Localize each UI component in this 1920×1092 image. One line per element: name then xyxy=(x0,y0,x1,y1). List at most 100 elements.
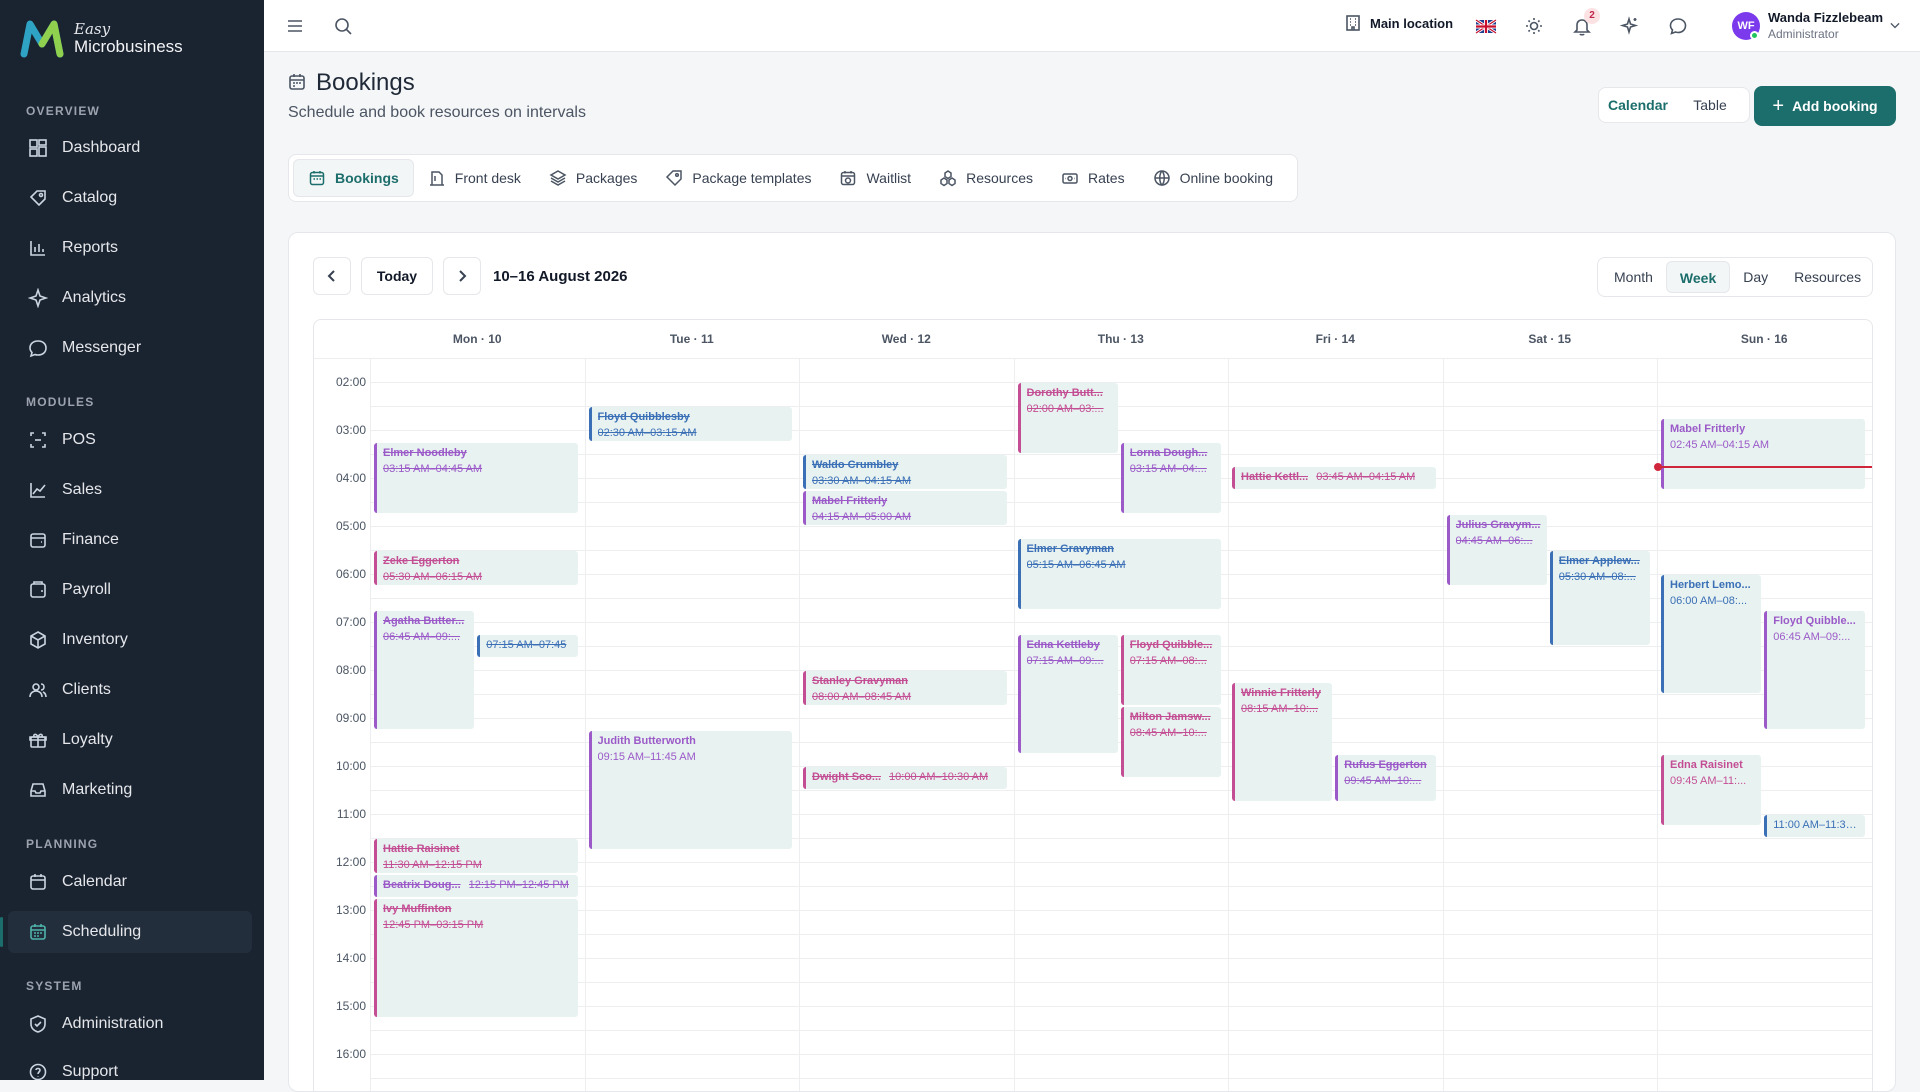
previous-week-button[interactable] xyxy=(313,257,351,295)
time-gridline xyxy=(370,862,1872,863)
booking-client-name: Ivy Muffinton xyxy=(383,903,452,915)
booking-client-name: Rufus Eggerton xyxy=(1344,759,1427,771)
booking-client-name: Zeke Eggerton xyxy=(383,555,460,567)
booking-event[interactable]: Floyd Quibble... 07:15 AM–08:... xyxy=(1120,635,1221,705)
booking-event[interactable]: Waldo Crumbley 03:30 AM–04:15 AM xyxy=(803,455,1007,489)
sidebar-item-scheduling[interactable]: Scheduling xyxy=(0,911,252,953)
booking-event[interactable]: Herbert Lemo... 06:00 AM–08:... xyxy=(1661,575,1762,693)
add-booking-label: Add booking xyxy=(1792,98,1878,114)
booking-event[interactable]: Floyd Quibblesby 02:30 AM–03:15 AM xyxy=(588,407,792,441)
sidebar-item-sales[interactable]: Sales xyxy=(8,469,252,511)
booking-event[interactable]: Elmer Applew... 05:30 AM–08:... xyxy=(1549,551,1650,645)
booking-client-name: Milton Jamsw... xyxy=(1129,711,1211,723)
booking-event[interactable]: Zeke Eggerton 05:30 AM–06:15 AM xyxy=(374,551,578,585)
booking-event[interactable]: Hattie Raisinet 11:30 AM–12:15 PM xyxy=(374,839,578,873)
booking-time: 08:00 AM–08:45 AM xyxy=(812,691,912,703)
sidebar-item-reports[interactable]: Reports xyxy=(8,227,252,269)
booking-time: 10:00 AM–10:30 AM xyxy=(889,771,989,783)
uk-flag-icon[interactable] xyxy=(1475,15,1497,37)
add-booking-button[interactable]: + Add booking xyxy=(1754,86,1896,126)
hour-label: 16:00 xyxy=(335,1047,366,1061)
search-icon[interactable] xyxy=(332,15,354,37)
booking-event[interactable]: Floyd Quibble... 06:45 AM–09:... xyxy=(1764,611,1865,729)
resources-view-button[interactable]: Resources xyxy=(1781,261,1874,293)
booking-event[interactable]: Dorothy Butt... 02:00 AM–03:... xyxy=(1017,383,1118,453)
next-week-button[interactable] xyxy=(443,257,481,295)
sidebar-item-loyalty[interactable]: Loyalty xyxy=(8,719,252,761)
chevron-down-icon[interactable] xyxy=(1886,16,1904,34)
today-button[interactable]: Today xyxy=(361,257,433,295)
banknote-icon xyxy=(1062,173,1078,184)
booking-event[interactable]: Edna Raisinet 09:45 AM–11:... xyxy=(1661,755,1762,825)
sidebar-item-administration[interactable]: Administration xyxy=(8,1003,252,1045)
sidebar-item-dashboard[interactable]: Dashboard xyxy=(8,127,252,169)
sidebar-item-pos[interactable]: POS xyxy=(8,419,252,461)
sidebar: Easy Microbusiness OVERVIEW Dashboard Ca… xyxy=(0,0,264,1080)
booking-event[interactable]: Dwight Sco... 10:00 AM–10:30 AM xyxy=(803,767,1007,789)
sidebar-item-marketing[interactable]: Marketing xyxy=(8,769,252,811)
app-logo[interactable]: Easy Microbusiness xyxy=(20,18,183,58)
table-view-button[interactable]: Table xyxy=(1674,91,1746,119)
tab-resources[interactable]: Resources xyxy=(925,159,1047,197)
plus-icon: + xyxy=(1772,95,1785,117)
section-modules: MODULES xyxy=(26,395,95,409)
user-name[interactable]: Wanda Fizzlebeam xyxy=(1768,10,1883,25)
booking-event[interactable]: Lorna Dough... 03:15 AM–04:... xyxy=(1120,443,1221,513)
theme-sun-icon[interactable] xyxy=(1523,15,1545,37)
hour-label: 04:00 xyxy=(335,471,366,485)
chat-icon[interactable] xyxy=(1667,15,1689,37)
booking-event[interactable]: Milton Jamsw... 08:45 AM–10:... xyxy=(1120,707,1221,777)
logo-easy: Easy xyxy=(74,20,111,38)
sidebar-item-payroll[interactable]: Payroll xyxy=(8,569,252,611)
sidebar-item-support[interactable]: Support xyxy=(8,1051,252,1080)
booking-event[interactable]: Ivy Muffinton 12:45 PM–03:15 PM xyxy=(374,899,578,1017)
calendar-view-button[interactable]: Calendar xyxy=(1602,91,1674,119)
sidebar-item-calendar[interactable]: Calendar xyxy=(8,861,252,903)
tab-waitlist[interactable]: Waitlist xyxy=(825,159,925,197)
ai-sparkle-icon[interactable] xyxy=(1619,15,1641,37)
sidebar-item-label: Messenger xyxy=(62,339,142,356)
sidebar-item-messenger[interactable]: Messenger xyxy=(8,327,252,369)
booking-event[interactable]: Hattie Kettl... 03:45 AM–04:15 AM xyxy=(1232,467,1436,489)
booking-event[interactable]: Rufus Eggerton 09:45 AM–10:... xyxy=(1335,755,1436,801)
booking-time: 09:45 AM–11:... xyxy=(1670,775,1747,787)
booking-event[interactable]: 07:15 AM–07:45 xyxy=(477,635,578,657)
booking-event[interactable]: 11:00 AM–11:30 AM xyxy=(1764,815,1865,837)
booking-event[interactable]: Stanley Gravyman 08:00 AM–08:45 AM xyxy=(803,671,1007,705)
calendar-clock-icon xyxy=(841,171,856,186)
location-selector[interactable]: Main location xyxy=(1344,14,1453,32)
booking-time: 02:30 AM–03:15 AM xyxy=(597,427,697,439)
month-view-button[interactable]: Month xyxy=(1601,261,1666,293)
booking-client-name: Edna Raisinet xyxy=(1670,759,1743,771)
tag-icon xyxy=(666,170,683,187)
tab-front-desk[interactable]: Front desk xyxy=(414,159,535,197)
tab-package-templates[interactable]: Package templates xyxy=(651,159,825,197)
week-view-button[interactable]: Week xyxy=(1665,261,1731,293)
booking-event[interactable]: Elmer Noodleby 03:15 AM–04:45 AM xyxy=(374,443,578,513)
sidebar-item-catalog[interactable]: Catalog xyxy=(8,177,252,219)
booking-time: 03:30 AM–04:15 AM xyxy=(812,475,912,487)
booking-event[interactable]: Winnie Fritterly 08:15 AM–10:... xyxy=(1232,683,1333,801)
tab-label: Bookings xyxy=(335,170,399,186)
sidebar-item-label: Administration xyxy=(62,1015,164,1032)
sidebar-item-inventory[interactable]: Inventory xyxy=(8,619,252,661)
booking-event[interactable]: Beatrix Doug... 12:15 PM–12:45 PM xyxy=(374,875,578,897)
booking-client-name: Julius Gravym... xyxy=(1455,519,1541,531)
hour-label: 03:00 xyxy=(335,423,366,437)
booking-event[interactable]: Julius Gravym... 04:45 AM–06:... xyxy=(1446,515,1547,585)
sidebar-item-clients[interactable]: Clients xyxy=(8,669,252,711)
menu-icon[interactable] xyxy=(284,15,306,37)
tab-bookings[interactable]: Bookings xyxy=(293,159,414,197)
booking-event[interactable]: Edna Kettleby 07:15 AM–09:... xyxy=(1017,635,1118,753)
sidebar-item-analytics[interactable]: Analytics xyxy=(8,277,252,319)
booking-event[interactable]: Agatha Butter... 06:45 AM–09:... xyxy=(374,611,475,729)
booking-event[interactable]: Elmer Gravyman 05:15 AM–06:45 AM xyxy=(1017,539,1221,609)
tab-packages[interactable]: Packages xyxy=(535,159,651,197)
booking-event[interactable]: Judith Butterworth 09:15 AM–11:45 AM xyxy=(588,731,792,849)
sidebar-item-finance[interactable]: Finance xyxy=(8,519,252,561)
booking-event[interactable]: Mabel Fritterly 02:45 AM–04:15 AM xyxy=(1661,419,1865,489)
day-view-button[interactable]: Day xyxy=(1730,261,1781,293)
tab-online-booking[interactable]: Online booking xyxy=(1139,159,1287,197)
tab-rates[interactable]: Rates xyxy=(1047,159,1139,197)
booking-event[interactable]: Mabel Fritterly 04:15 AM–05:00 AM xyxy=(803,491,1007,525)
